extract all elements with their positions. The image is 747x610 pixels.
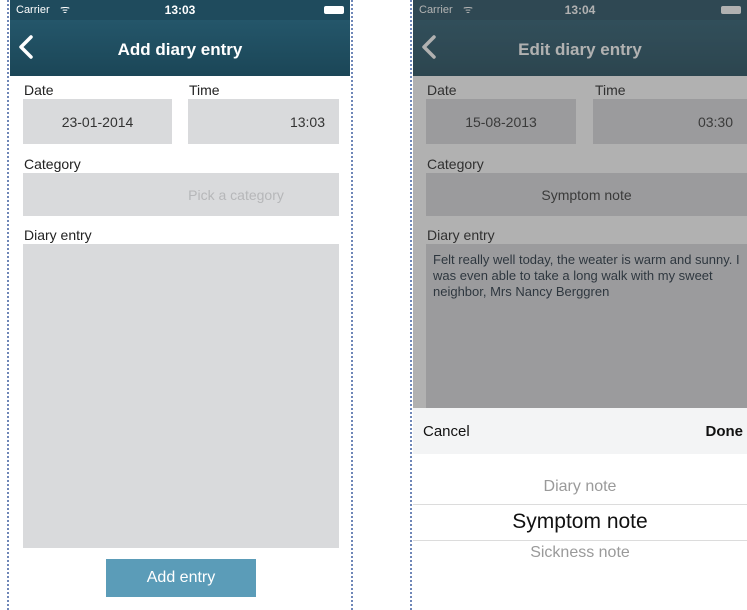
dotted-border-right-screen-left [410, 0, 412, 610]
date-field[interactable]: 23-01-2014 [23, 99, 172, 144]
picker-option-diary-note[interactable]: Diary note [413, 478, 747, 496]
add-entry-button[interactable]: Add entry [106, 559, 256, 597]
dim-overlay [413, 0, 747, 408]
category-label: Category [24, 156, 81, 172]
status-bar: Carrier ᯤ 13:03 [10, 0, 350, 20]
cancel-button[interactable]: Cancel [423, 423, 470, 440]
dotted-border-left [7, 0, 9, 610]
nav-bar: Add diary entry [10, 20, 350, 76]
time-field[interactable]: 13:03 [188, 99, 339, 144]
picker-toolbar: Cancel Done [413, 408, 747, 454]
picker-option-sickness-note[interactable]: Sickness note [413, 544, 747, 562]
picker-option-symptom-note[interactable]: Symptom note [413, 510, 747, 534]
category-picker[interactable]: Diary note Symptom note Sickness note [413, 454, 747, 610]
done-button[interactable]: Done [706, 423, 744, 440]
status-time: 13:03 [164, 3, 196, 17]
edit-diary-entry-screen: Carrier ᯤ 13:04 Edit diary entry Date Ti… [413, 0, 747, 610]
battery-icon [324, 6, 344, 14]
add-diary-entry-screen: Carrier ᯤ 13:03 Add diary entry Date Tim… [10, 0, 350, 610]
picker-selection-top-line [413, 504, 747, 505]
category-field[interactable]: Pick a category [23, 173, 339, 216]
picker-selection-bottom-line [413, 540, 747, 541]
diary-entry-textarea[interactable] [23, 244, 339, 548]
time-label: Time [189, 82, 220, 98]
date-label: Date [24, 82, 54, 98]
page-title: Add diary entry [117, 40, 243, 59]
dotted-border-left-screen-right [351, 0, 353, 610]
diary-entry-label: Diary entry [24, 227, 92, 243]
